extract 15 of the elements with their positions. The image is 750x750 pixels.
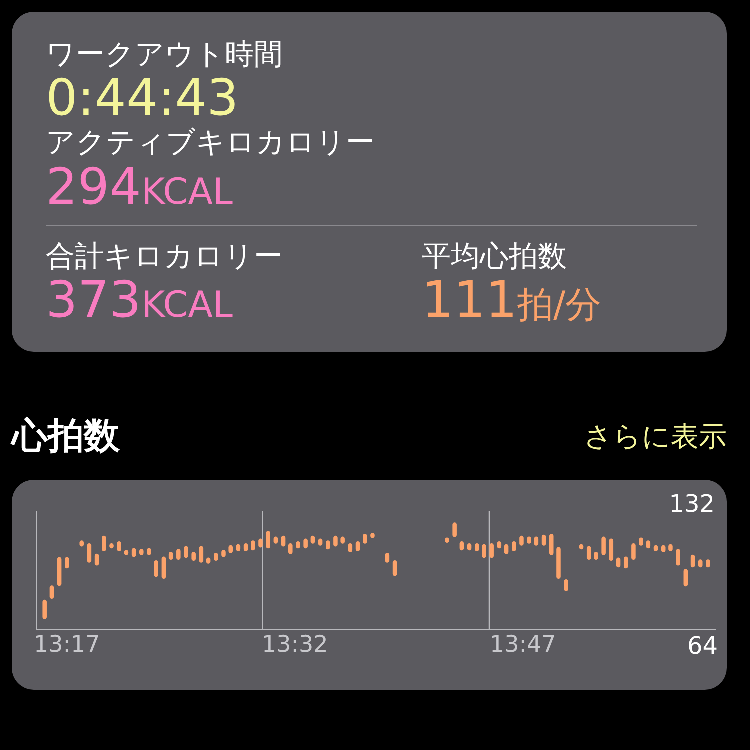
metric-label: 合計キロカロリー xyxy=(46,240,284,274)
metric-value: 373 KCAL xyxy=(46,273,234,328)
time-label: 13:47 xyxy=(490,634,556,658)
metric-value: 111拍/分 xyxy=(422,273,602,328)
metric-label: ワークアウト時間 xyxy=(46,38,284,72)
metric-label: アクティブキロカロリー xyxy=(46,126,376,160)
section-title: 心拍数 xyxy=(12,415,120,460)
axis-min-label: 64 xyxy=(687,634,719,658)
metric-label: 平均心拍数 xyxy=(422,240,568,274)
metric-value: 0:44:43 xyxy=(46,71,240,126)
time-label: 13:17 xyxy=(34,634,100,658)
show-more-link[interactable]: さらに表示 xyxy=(584,416,727,458)
metric-value: 294KCAL xyxy=(46,160,234,215)
axis-max-label: 132 xyxy=(668,492,716,516)
time-label: 13:32 xyxy=(262,634,328,658)
